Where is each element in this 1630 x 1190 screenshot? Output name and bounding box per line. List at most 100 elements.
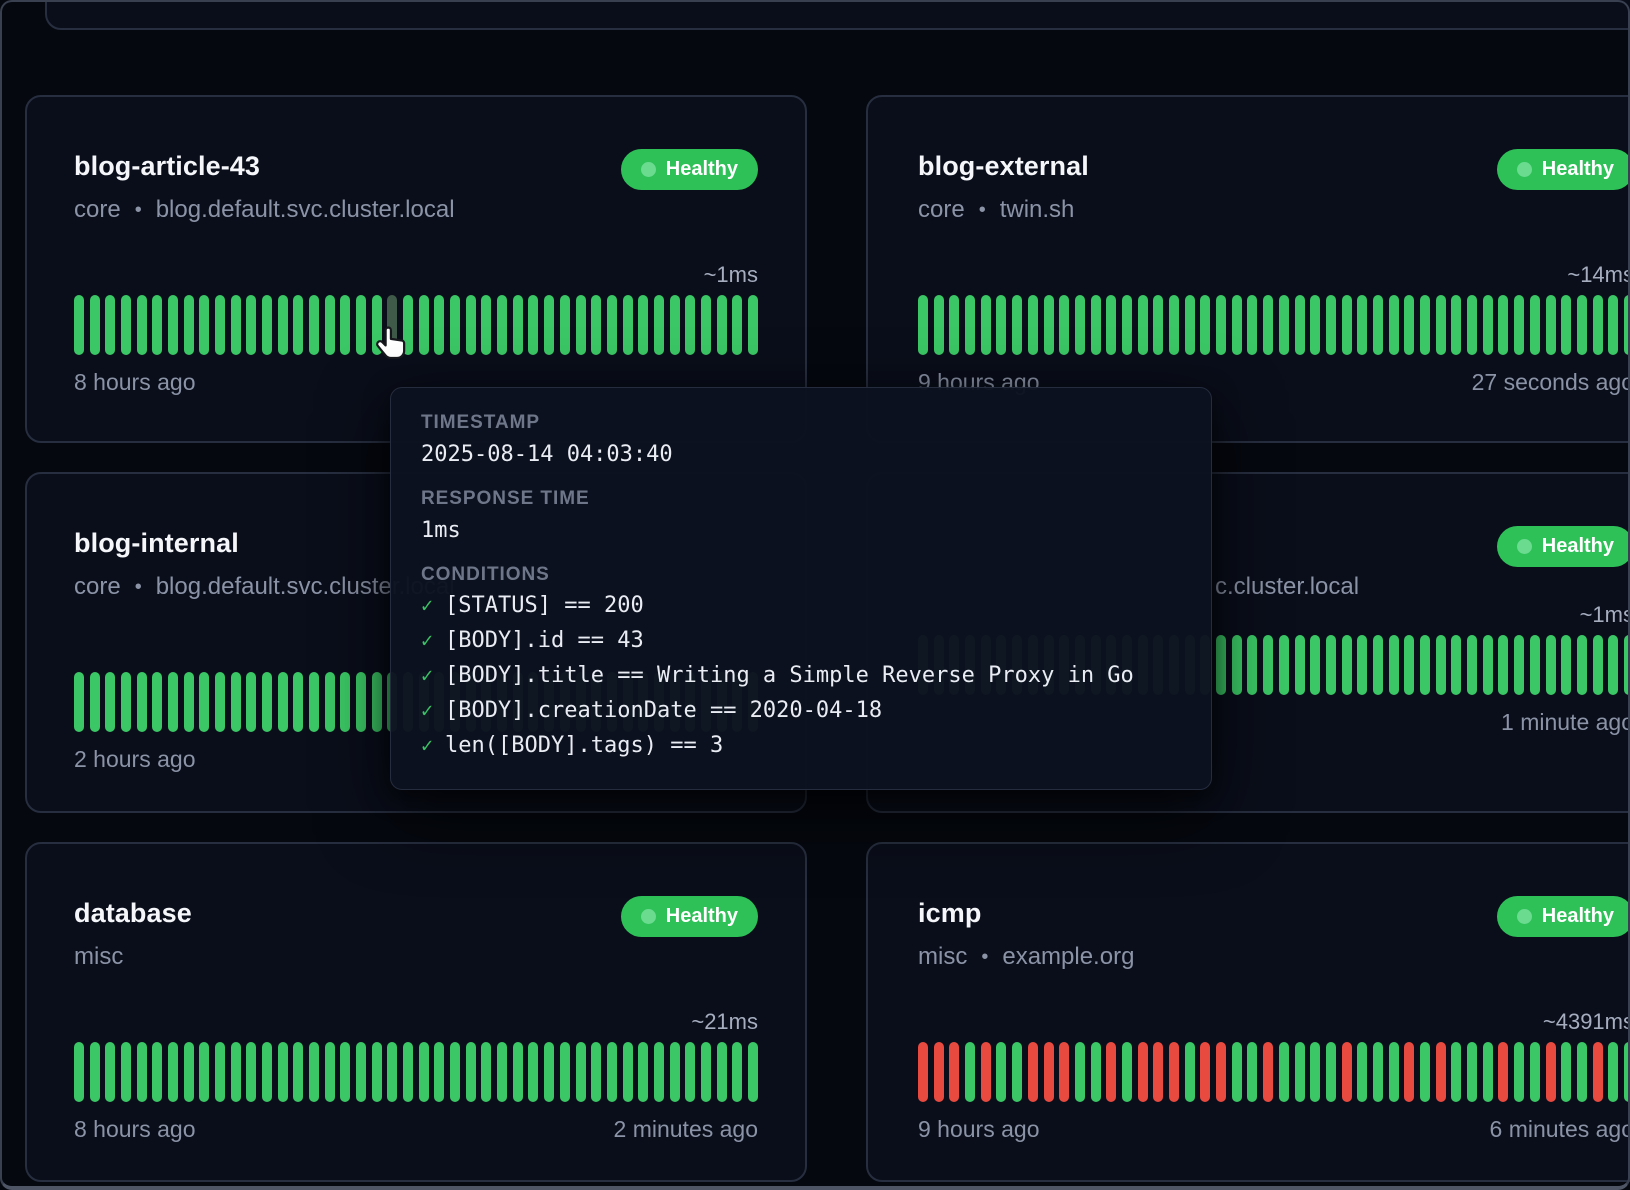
uptime-bar[interactable] [278, 1042, 288, 1102]
uptime-bar[interactable] [1389, 1042, 1399, 1102]
uptime-bar[interactable] [1514, 635, 1524, 695]
uptime-bar[interactable] [1608, 635, 1618, 695]
uptime-bar[interactable] [1138, 295, 1148, 355]
uptime-bar[interactable] [137, 1042, 147, 1102]
uptime-bar[interactable] [576, 1042, 586, 1102]
uptime-bar[interactable] [670, 1042, 680, 1102]
uptime-bar[interactable] [1138, 1042, 1148, 1102]
uptime-bar[interactable] [1091, 295, 1101, 355]
uptime-bar[interactable] [1075, 295, 1085, 355]
uptime-bar[interactable] [670, 295, 680, 355]
uptime-bar[interactable] [105, 295, 115, 355]
uptime-bar[interactable] [528, 295, 538, 355]
uptime-bar[interactable] [1059, 295, 1069, 355]
uptime-bar[interactable] [246, 295, 256, 355]
uptime-bar[interactable] [732, 1042, 742, 1102]
uptime-bar[interactable] [340, 295, 350, 355]
uptime-bar[interactable] [1279, 635, 1289, 695]
uptime-bar[interactable] [1263, 1042, 1273, 1102]
uptime-bar[interactable] [74, 672, 84, 732]
uptime-bar[interactable] [1561, 295, 1571, 355]
uptime-bar[interactable] [1389, 635, 1399, 695]
uptime-bar[interactable] [607, 1042, 617, 1102]
uptime-bar[interactable] [1624, 635, 1630, 695]
uptime-bars[interactable] [74, 295, 758, 355]
uptime-bar[interactable] [1467, 635, 1477, 695]
uptime-bar[interactable] [184, 295, 194, 355]
uptime-bar[interactable] [1263, 295, 1273, 355]
uptime-bar[interactable] [356, 672, 366, 732]
uptime-bar[interactable] [1593, 295, 1603, 355]
uptime-bar[interactable] [1577, 635, 1587, 695]
uptime-bar[interactable] [90, 295, 100, 355]
uptime-bar[interactable] [1279, 1042, 1289, 1102]
uptime-bar[interactable] [137, 295, 147, 355]
uptime-bar[interactable] [199, 672, 209, 732]
uptime-bar[interactable] [356, 1042, 366, 1102]
uptime-bars[interactable] [74, 1042, 758, 1102]
uptime-bar[interactable] [184, 672, 194, 732]
uptime-bar[interactable] [1608, 295, 1618, 355]
uptime-bar[interactable] [1295, 1042, 1305, 1102]
uptime-bar[interactable] [121, 1042, 131, 1102]
uptime-bar[interactable] [215, 295, 225, 355]
uptime-bar[interactable] [544, 1042, 554, 1102]
uptime-bar[interactable] [1075, 1042, 1085, 1102]
uptime-bar[interactable] [1200, 1042, 1210, 1102]
uptime-bar[interactable] [356, 295, 366, 355]
uptime-bar[interactable] [1247, 635, 1257, 695]
uptime-bar[interactable] [528, 1042, 538, 1102]
uptime-bar[interactable] [231, 672, 241, 732]
uptime-bar[interactable] [419, 1042, 429, 1102]
uptime-bar[interactable] [1577, 1042, 1587, 1102]
uptime-bar[interactable] [372, 1042, 382, 1102]
uptime-bar[interactable] [1451, 295, 1461, 355]
uptime-bar[interactable] [246, 1042, 256, 1102]
uptime-bar[interactable] [981, 295, 991, 355]
uptime-bar[interactable] [309, 1042, 319, 1102]
uptime-bar[interactable] [1122, 295, 1132, 355]
uptime-bar[interactable] [497, 1042, 507, 1102]
uptime-bar[interactable] [74, 1042, 84, 1102]
uptime-bar[interactable] [1436, 1042, 1446, 1102]
uptime-bar[interactable] [560, 295, 570, 355]
uptime-bar[interactable] [372, 672, 382, 732]
uptime-bar[interactable] [1530, 635, 1540, 695]
uptime-bar[interactable] [1420, 635, 1430, 695]
uptime-bar[interactable] [231, 295, 241, 355]
uptime-bar[interactable] [1153, 295, 1163, 355]
uptime-bar[interactable] [934, 1042, 944, 1102]
uptime-bar[interactable] [1263, 635, 1273, 695]
uptime-bar[interactable] [340, 1042, 350, 1102]
uptime-bar[interactable] [638, 1042, 648, 1102]
uptime-bar[interactable] [996, 1042, 1006, 1102]
uptime-bar[interactable] [1279, 295, 1289, 355]
uptime-bar[interactable] [74, 295, 84, 355]
uptime-bar[interactable] [1467, 1042, 1477, 1102]
uptime-bar[interactable] [278, 295, 288, 355]
uptime-bar[interactable] [199, 295, 209, 355]
uptime-bar[interactable] [1185, 295, 1195, 355]
uptime-bar[interactable] [1373, 295, 1383, 355]
uptime-bar[interactable] [1295, 295, 1305, 355]
uptime-bar[interactable] [1122, 1042, 1132, 1102]
uptime-bar[interactable] [981, 1042, 991, 1102]
uptime-bar[interactable] [309, 672, 319, 732]
uptime-bar[interactable] [293, 1042, 303, 1102]
uptime-bar[interactable] [1232, 295, 1242, 355]
uptime-bar[interactable] [1216, 1042, 1226, 1102]
uptime-bar[interactable] [1185, 1042, 1195, 1102]
uptime-bar[interactable] [1451, 1042, 1461, 1102]
uptime-bar[interactable] [481, 1042, 491, 1102]
uptime-bar[interactable] [513, 295, 523, 355]
uptime-bar[interactable] [1420, 1042, 1430, 1102]
uptime-bar[interactable] [591, 295, 601, 355]
uptime-bar[interactable] [262, 1042, 272, 1102]
uptime-bar[interactable] [576, 295, 586, 355]
uptime-bar[interactable] [450, 295, 460, 355]
uptime-bar[interactable] [278, 672, 288, 732]
uptime-bar[interactable] [152, 1042, 162, 1102]
uptime-bar[interactable] [1357, 1042, 1367, 1102]
uptime-bar[interactable] [1404, 1042, 1414, 1102]
uptime-bar[interactable] [513, 1042, 523, 1102]
